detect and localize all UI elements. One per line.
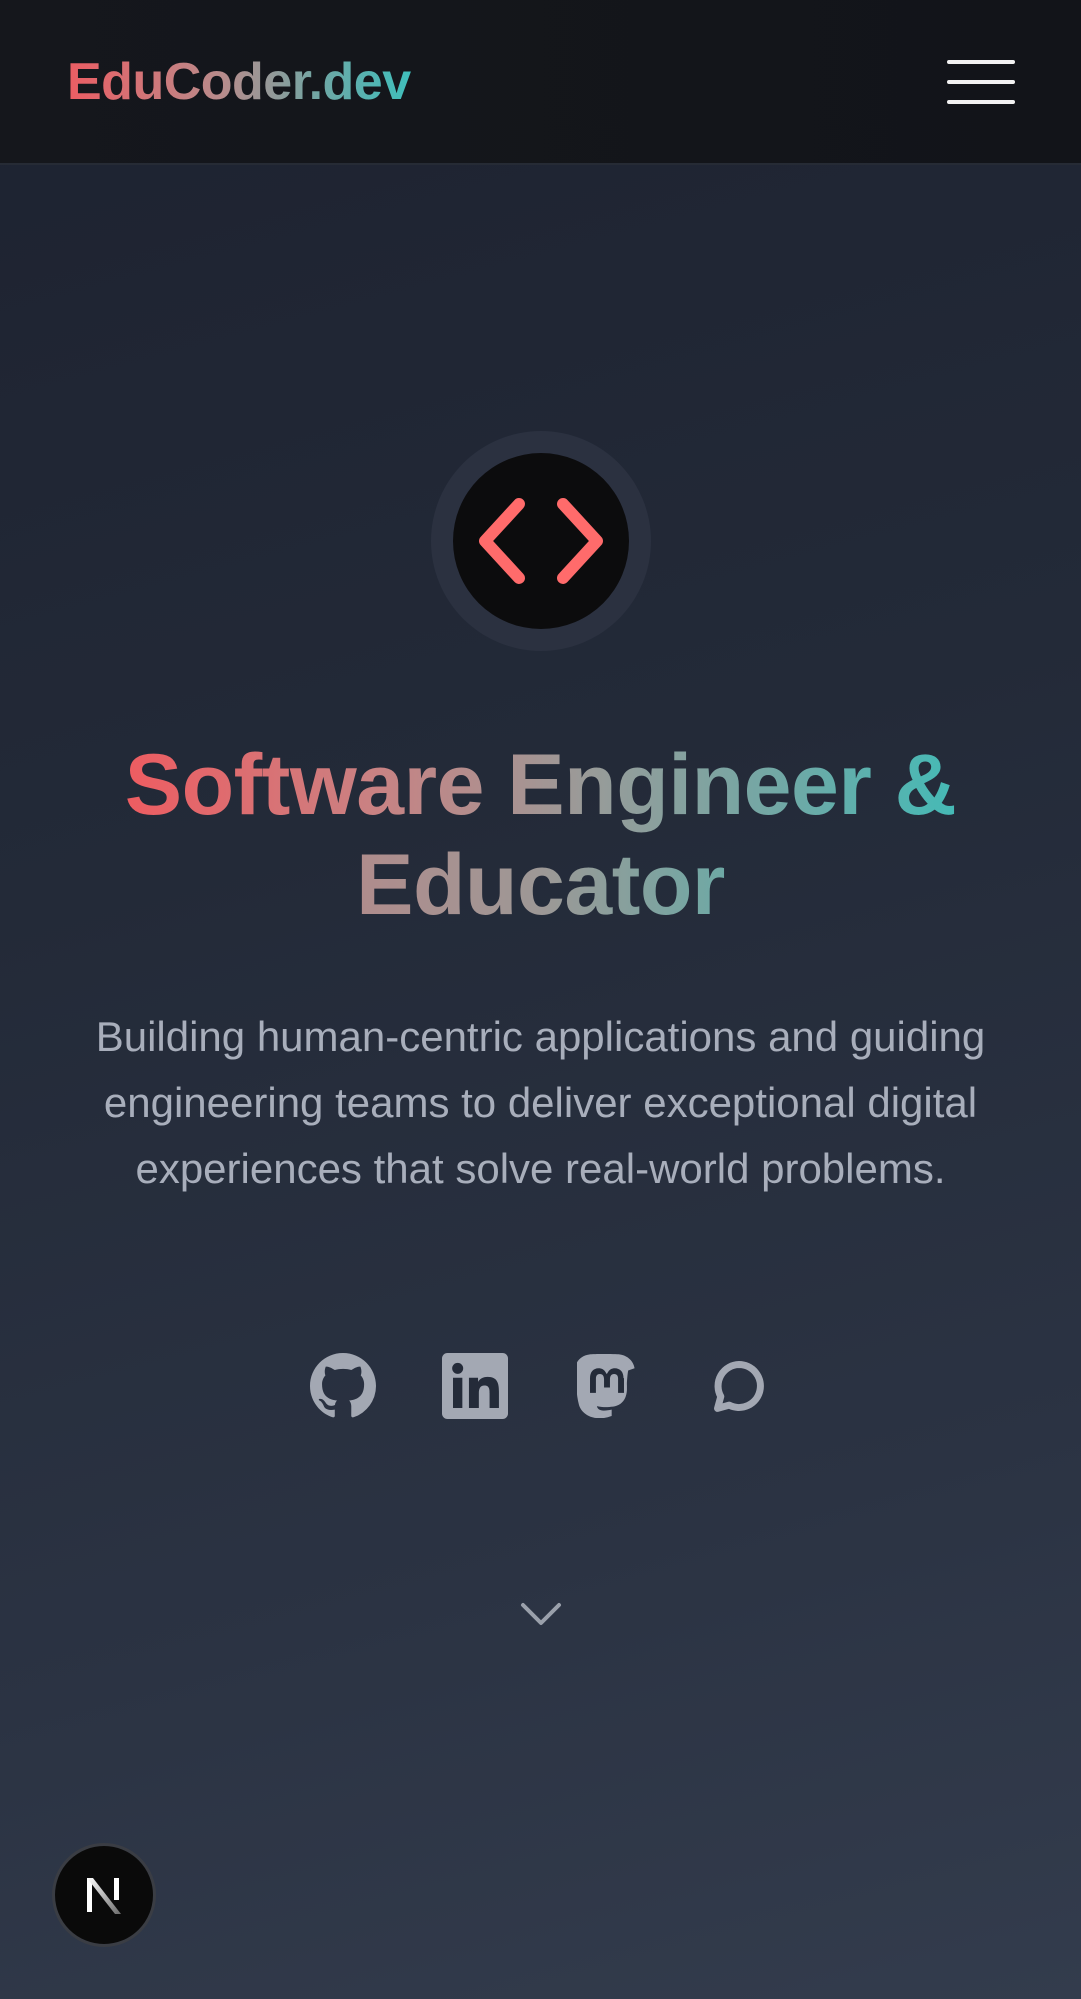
chat-link[interactable] (706, 1352, 772, 1420)
scroll-down-button[interactable] (519, 1595, 563, 1631)
nextjs-dev-badge[interactable] (52, 1843, 156, 1947)
linkedin-icon (441, 1353, 508, 1419)
linkedin-link[interactable] (441, 1352, 508, 1420)
hero-logo-core (453, 453, 629, 629)
site-brand-logo[interactable]: EduCoder.dev (67, 56, 411, 108)
mastodon-icon (576, 1354, 635, 1418)
hamburger-menu-icon (947, 59, 1015, 64)
hamburger-menu-button[interactable] (947, 59, 1015, 104)
hero-title-line2: Educator (356, 837, 725, 933)
hero-tagline: Building human-centric applications and … (95, 1013, 986, 1192)
top-navbar: EduCoder.dev (0, 0, 1081, 165)
hero-title-line1: Software Engineer & (124, 737, 957, 833)
code-brackets-icon (479, 498, 603, 584)
hero-title: Software Engineer & Educator (0, 735, 1081, 935)
social-links (0, 1352, 1081, 1420)
github-icon (309, 1353, 376, 1418)
mastodon-link[interactable] (574, 1352, 640, 1420)
chat-bubble-icon (713, 1361, 764, 1412)
nextjs-icon (87, 1878, 121, 1914)
chevron-down-icon (521, 1603, 561, 1625)
github-link[interactable] (309, 1352, 376, 1420)
hero-logo (431, 431, 651, 651)
